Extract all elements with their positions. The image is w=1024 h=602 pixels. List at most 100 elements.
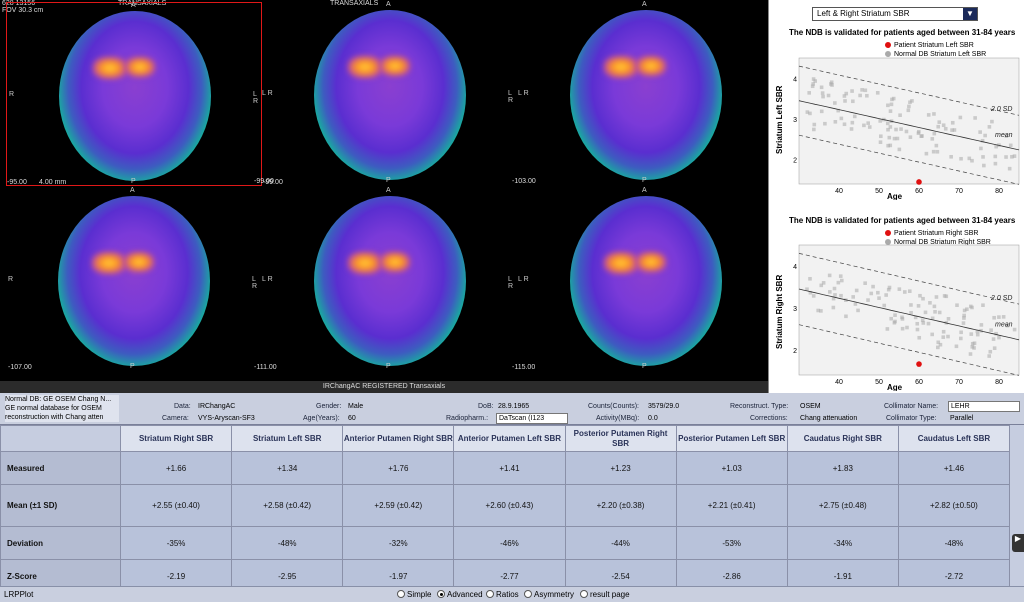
table-cell: +1.34	[231, 451, 344, 485]
normal-db-point	[941, 123, 946, 128]
normal-db-point	[812, 122, 817, 127]
radio-asymmetry[interactable]: Asymmetry	[524, 590, 574, 599]
pager-button[interactable]: ▶	[1012, 534, 1024, 552]
x-tick-label: 70	[955, 379, 963, 386]
orient-left: R	[9, 91, 15, 98]
orient-left: L R	[518, 90, 529, 97]
y-axis-label: Striatum Right SBR	[775, 274, 784, 349]
y-axis-label: Striatum Left SBR	[775, 85, 784, 154]
radio-circle-icon[interactable]	[524, 590, 532, 598]
radio-result-page[interactable]: result page	[580, 590, 630, 599]
normal-db-point	[908, 100, 912, 105]
radio-circle-icon[interactable]	[486, 590, 494, 598]
brain-scan-image	[314, 10, 466, 180]
normal-db-point	[968, 352, 973, 356]
striatum-uptake	[93, 57, 127, 79]
normal-db-point	[828, 290, 832, 294]
radio-circle-icon[interactable]	[580, 590, 588, 598]
slice-cell[interactable]: A P R L R -107.00	[6, 187, 262, 372]
normal-db-point	[906, 108, 911, 113]
normal-db-point	[843, 99, 847, 103]
normal-db-point	[1010, 154, 1014, 159]
registered-label: IRChangAC REGISTERED Transaxials	[0, 381, 768, 393]
normal-db-point	[934, 295, 939, 299]
normal-db-point	[866, 298, 870, 302]
slice-cell[interactable]: A P R L R -95.00 4.00 mm -99.00	[6, 2, 283, 186]
normal-db-point	[884, 293, 888, 297]
radiopharm-field[interactable]: DaTscan (I123	[496, 413, 568, 424]
striatum-uptake	[380, 252, 410, 272]
normal-db-point	[949, 154, 953, 159]
image-viewer[interactable]: 628 13156 FOV 30.3 cm TRANSAXIALS TRANSA…	[0, 0, 768, 381]
table-cell: -34%	[786, 526, 899, 560]
striatum-uptake	[604, 56, 638, 78]
radio-ratios[interactable]: Ratios	[486, 590, 519, 599]
normal-db-point	[989, 328, 993, 332]
y-tick-label: 4	[793, 264, 797, 271]
x-tick-label: 50	[875, 188, 883, 195]
normal-db-point	[812, 127, 816, 132]
normal-db-point	[820, 91, 825, 95]
results-panel: Normal DB: GE OSEM Chang N... GE normal …	[0, 393, 1024, 593]
normal-db-point	[923, 310, 928, 315]
normal-db-point	[959, 336, 963, 341]
normal-db-point	[816, 308, 820, 313]
column-header: Caudatus Left SBR	[897, 425, 1011, 452]
row-label: Deviation	[0, 526, 121, 560]
y-tick-label: 4	[793, 76, 797, 83]
normal-db-point	[983, 133, 987, 138]
normal-db-point	[933, 310, 937, 314]
slice-position: -95.00	[7, 179, 27, 186]
table-cell: -44%	[564, 526, 677, 560]
radio-advanced[interactable]: Advanced	[437, 590, 483, 599]
bottom-left-label: LRPPlot	[4, 590, 34, 599]
normal-db-point	[897, 147, 902, 152]
gender-value: Male	[348, 403, 364, 410]
normal-db-point	[885, 327, 890, 331]
normal-db-point	[932, 304, 937, 309]
slice-position: -103.00	[512, 178, 536, 185]
graph-selector[interactable]: Left & Right Striatum SBR ▼	[812, 7, 978, 21]
legend-patient: Patient Striatum Right SBR	[885, 229, 991, 238]
normal-db-point	[832, 286, 837, 291]
normal-db-point	[862, 123, 866, 128]
x-tick-label: 40	[835, 188, 843, 195]
slice-cell[interactable]: APL RL R-115.00	[512, 187, 768, 372]
column-header: Posterior Putamen Right SBR	[564, 425, 677, 452]
normal-db-point	[944, 294, 949, 299]
orient-anterior: A	[642, 187, 647, 194]
slice-cell[interactable]: APL RL R -99.00	[254, 1, 518, 186]
normal-db-point	[865, 93, 869, 98]
normal-db-point	[904, 129, 909, 134]
normal-db-point	[932, 131, 937, 136]
radio-circle-icon[interactable]	[397, 590, 405, 598]
normal-db-label[interactable]: Normal DB: GE OSEM Chang N... GE normal …	[5, 395, 119, 422]
normal-db-point	[849, 127, 854, 131]
slice-cell[interactable]: APL RL R-103.00	[512, 1, 768, 186]
normal-db-point	[997, 335, 1001, 340]
column-header: Caudatus Right SBR	[786, 425, 899, 452]
normal-db-point	[826, 93, 831, 98]
slice-cell[interactable]: A P L R L R -111.00	[254, 187, 518, 372]
orient-posterior: P	[131, 178, 136, 185]
row-label: Mean (±1 SD)	[0, 484, 121, 527]
normal-db-point	[886, 143, 890, 148]
normal-db-point	[1012, 327, 1017, 332]
radio-circle-icon[interactable]	[437, 590, 445, 598]
normal-db-point	[937, 310, 942, 315]
normal-db-point	[877, 296, 881, 300]
chevron-down-icon[interactable]: ▼	[963, 8, 977, 20]
radio-simple[interactable]: Simple	[397, 590, 431, 599]
striatum-uptake	[636, 252, 666, 272]
normal-db-point	[898, 113, 902, 118]
normal-db-point	[867, 125, 872, 129]
normal-db-point	[858, 93, 862, 98]
x-tick-label: 60	[915, 379, 923, 386]
table-corner	[0, 425, 121, 452]
collimator-name-field[interactable]: LEHR	[948, 401, 1020, 412]
striatum-uptake	[348, 56, 382, 78]
normal-db-point	[860, 88, 864, 92]
normal-db-point	[918, 293, 922, 298]
striatum-uptake	[636, 56, 666, 76]
normal-db-point	[926, 321, 931, 326]
